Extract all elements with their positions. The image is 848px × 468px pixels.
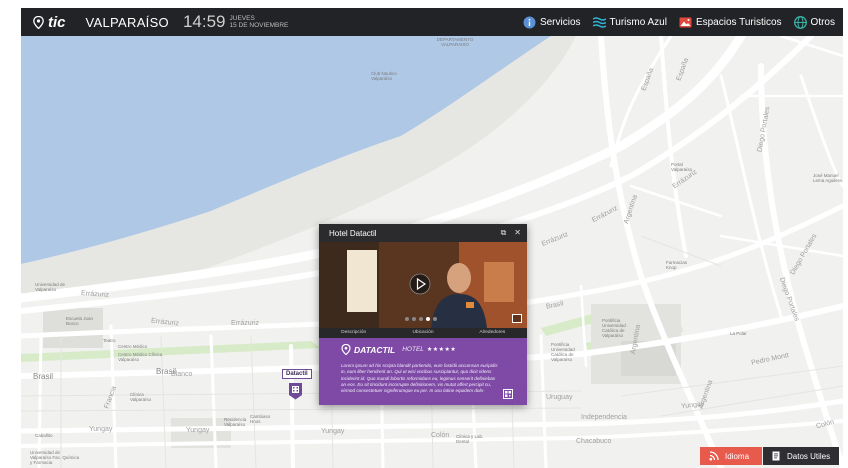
poi-label: Clínica y Lab. Dental [456, 434, 484, 444]
waves-icon [592, 16, 606, 28]
poi-label: Clínica Valparaíso [130, 392, 152, 402]
hotel-description: Lorem ipsum ad his scripta blandit parti… [341, 363, 498, 394]
close-icon[interactable]: ✕ [514, 228, 521, 238]
street-label: Yungay [89, 426, 113, 433]
hotel-popup: Hotel Datactil ⧉ ✕ Descripción Ubicación… [319, 224, 527, 405]
datos-utiles-button[interactable]: Datos Utiles [763, 447, 839, 465]
nav-espacios-turisticos[interactable]: Espacios Turisticos [679, 16, 782, 29]
popup-tabs: Descripción Ubicación Alrededores [319, 328, 527, 338]
hotel-type: HOTEL [402, 346, 424, 353]
star-rating: ★★★★★ [426, 347, 457, 353]
tab-ubicacion[interactable]: Ubicación [388, 328, 457, 338]
street-label: Yungay [321, 428, 345, 435]
poi-label: Club Nautico Valparaíso [371, 71, 397, 81]
top-bar: tic VALPARAÍSO 14:59 JUEVES 15 DE NOVIEM… [21, 8, 843, 36]
date-text: 15 DE NOVIEMBRE [229, 22, 289, 29]
app-logo[interactable]: tic [33, 14, 66, 31]
poi-label: La Polar [730, 331, 747, 336]
brand-name: DATACTIL [354, 344, 396, 355]
street-label: Independencia [581, 414, 627, 421]
street-label: Yungay [186, 427, 210, 434]
document-icon [772, 451, 780, 461]
video-player[interactable] [319, 242, 527, 328]
poi-label: Universidad de Valparaíso Fac. Química y… [30, 450, 80, 465]
globe-icon [793, 15, 807, 29]
street-label: Brasil [33, 372, 54, 381]
logo-text: tic [48, 13, 66, 31]
play-button-icon[interactable] [409, 273, 431, 295]
slide-dot[interactable] [405, 317, 409, 321]
slide-dot[interactable] [426, 317, 430, 321]
street-label: Colón [431, 432, 450, 439]
nav-label: Otros [810, 16, 835, 28]
location-pin-icon [33, 15, 44, 29]
poi-label: Farmacias Knop [666, 260, 688, 270]
tab-alrededores[interactable]: Alrededores [458, 328, 527, 338]
nav-servicios[interactable]: Servicios [523, 16, 581, 29]
hotel-building-icon[interactable] [288, 382, 303, 400]
idioma-button[interactable]: Idioma [700, 447, 762, 465]
nav-label: Servicios [539, 16, 581, 28]
slide-dot[interactable] [412, 317, 416, 321]
poi-label: Centro Médico Clínica Valparaíso [118, 352, 163, 362]
nav-turismo-azul[interactable]: Turismo Azul [592, 16, 667, 29]
poi-label: José Manuel Lema Aguilera [813, 173, 842, 183]
landscape-icon [679, 17, 692, 27]
poi-label: Escuela Juan Bosco [66, 316, 94, 326]
street-label: Chacabuco [576, 438, 612, 445]
hotel-brand: DATACTIL HOTEL ★★★★★ [341, 344, 456, 355]
datos-label: Datos Utiles [787, 451, 831, 461]
tab-descripcion[interactable]: Descripción [319, 328, 388, 338]
clock-time: 14:59 [182, 12, 226, 31]
top-nav: Servicios Turismo Azul Espacios Turistic… [511, 8, 835, 36]
street-label: Uruguay [546, 394, 573, 401]
poi-label: Teatro [103, 338, 116, 343]
popup-title: Hotel Datactil [329, 228, 377, 238]
poi-label: Caballito [35, 433, 53, 438]
rss-icon [709, 451, 719, 461]
poi-label: DEPARTAMENTO VALPARAISO [436, 37, 474, 47]
info-icon [523, 16, 536, 28]
idioma-label: Idioma [725, 451, 750, 461]
location-pin-icon [341, 344, 351, 355]
block [43, 308, 103, 348]
slide-dot[interactable] [433, 317, 437, 321]
fullscreen-icon[interactable] [512, 314, 522, 323]
street-label: Blanco [171, 371, 193, 378]
popup-controls: ⧉ ✕ [501, 228, 521, 238]
qr-code-icon[interactable] [503, 389, 513, 399]
poi-label: Centro Médico [118, 344, 148, 349]
poi-label: Pontificia Universidad Católica de Valpa… [551, 342, 575, 362]
clock-date: JUEVES 15 DE NOVIEMBRE [230, 15, 289, 29]
slide-dots [405, 317, 437, 321]
nav-label: Turismo Azul [609, 16, 667, 28]
popout-icon[interactable]: ⧉ [501, 228, 507, 238]
nav-label: Espacios Turisticos [695, 16, 782, 28]
weekday: JUEVES [229, 15, 255, 22]
city-name: VALPARAÍSO [85, 14, 169, 30]
poi-label: Universidad de Valparaíso [35, 282, 66, 292]
popup-body: DATACTIL HOTEL ★★★★★ Lorem ipsum ad his … [319, 338, 527, 405]
slide-dot[interactable] [419, 317, 423, 321]
poi-label: Cambiaso Hnos [250, 414, 271, 424]
app-screen: DEPARTAMENTO VALPARAISO Club Nautico Val… [0, 0, 848, 468]
nav-otros[interactable]: Otros [793, 15, 835, 29]
marker-label[interactable]: Datactil [282, 369, 312, 379]
street-label: Errázuriz [231, 320, 260, 327]
